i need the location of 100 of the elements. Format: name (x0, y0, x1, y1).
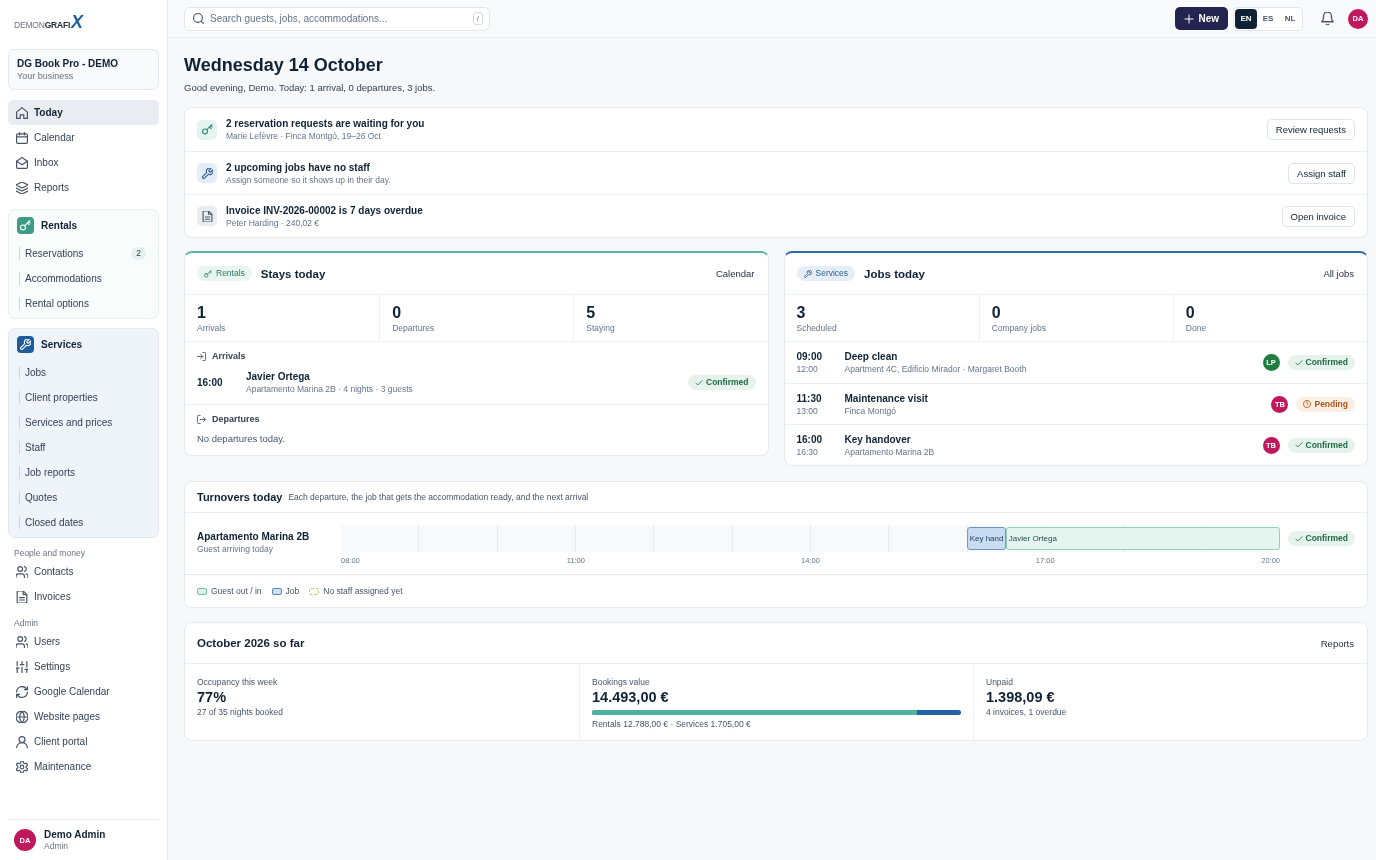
nav-item[interactable]: Calendar (8, 125, 159, 150)
job-detail: Finca Montgó (844, 404, 897, 417)
nav-item[interactable]: Contacts (8, 559, 159, 584)
job-start-time: 09:00 (796, 350, 824, 363)
nav-item[interactable]: Inbox (8, 150, 159, 175)
stat-label: Scheduled (796, 322, 838, 334)
new-button[interactable]: New (1175, 7, 1228, 30)
search-input[interactable]: Search guests, jobs, accommodations... (210, 10, 467, 27)
settings-icon (16, 760, 28, 773)
language-tab[interactable]: ES (1257, 8, 1279, 29)
nav-item[interactable]: Services and prices (17, 410, 150, 435)
language-tab[interactable]: NL (1279, 8, 1301, 29)
metric-value: 1.398,09 € (986, 688, 1056, 706)
nav-item[interactable]: Reports (8, 175, 159, 200)
check-icon (1294, 441, 1303, 449)
search-icon (193, 13, 204, 24)
nav-item[interactable]: Settings (8, 654, 159, 679)
user-name: Demo Admin (44, 828, 106, 841)
nav-item[interactable]: Staff (17, 435, 150, 460)
stat-label: Company jobs (991, 322, 1047, 334)
card-subtitle: Each departure, the job that gets the accommodation ready, and the next arrival (288, 492, 589, 502)
alert-title: Invoice INV-2026-00002 is 7 days overdue (226, 203, 424, 217)
reports-link[interactable]: Reports (1320, 637, 1354, 649)
swatch-icon (197, 587, 207, 595)
document-icon (197, 206, 217, 226)
alert-title: 2 reservation requests are waiting for you (226, 117, 426, 130)
workspace-name: DG Book Pro - DEMO (17, 57, 119, 70)
legend-label: Guest out / in (211, 586, 262, 596)
guest-name: Javier Ortega (246, 370, 311, 383)
shortcut-key: / (472, 12, 483, 25)
arrival-time: 16:00 (197, 376, 224, 389)
metric-value: 77% (197, 688, 228, 706)
section-heading: People and money (13, 547, 86, 559)
stat-label: Staying (586, 322, 616, 334)
nav-item[interactable]: Quotes (17, 485, 150, 510)
nav-item[interactable]: Today (8, 100, 159, 125)
job-end-time: 12:00 (796, 363, 819, 375)
legend-label: Job (285, 586, 300, 596)
job-detail: Apartment 4C, Edificio Mirador · Margaret Booth (844, 363, 1028, 375)
calendar-link[interactable]: Calendar (715, 268, 755, 279)
all-jobs-link[interactable]: All jobs (1323, 268, 1354, 279)
clock-icon (1303, 400, 1312, 408)
nav-item[interactable]: Jobs (17, 360, 150, 385)
search-field[interactable]: Search guests, jobs, accommodations... / (184, 6, 490, 31)
language-tab[interactable]: EN (1235, 8, 1257, 29)
card-title: Jobs today (864, 267, 925, 280)
calendar-icon (16, 131, 28, 144)
stat-value: 0 (392, 303, 403, 322)
check-icon (1294, 534, 1303, 543)
stat-label: Done (1185, 322, 1208, 334)
nav-item[interactable]: Client portal (8, 729, 159, 754)
alert-action-button[interactable]: Review requests (1266, 119, 1355, 140)
job-end-time: 16:30 (796, 445, 819, 458)
nav-item[interactable]: Client properties (17, 385, 150, 410)
envelope-icon (16, 156, 28, 169)
key-icon (204, 269, 212, 278)
page-subtitle: Good evening, Demo. Today: 1 arrival, 0 departures, 3 jobs. (184, 82, 437, 94)
metric-label: Occupancy this week (197, 676, 279, 688)
nav-item[interactable]: Accommodations (17, 266, 150, 291)
globe-icon (16, 710, 28, 723)
guest-stay-bar[interactable]: Javier Ortega (1005, 527, 1280, 550)
accommodation-note: Guest arriving today (197, 543, 275, 555)
list-heading: Arrivals (212, 351, 246, 361)
alert-action-button[interactable]: Open invoice (1281, 205, 1355, 227)
group-heading: Rentals (41, 220, 78, 231)
alert-detail: Assign someone so it shows up in their day. (226, 173, 392, 186)
metric-note: 27 of 35 nights booked (197, 706, 284, 718)
workspace-subtitle: Your business (17, 70, 74, 82)
nav-item[interactable]: Website pages (8, 704, 159, 729)
status-label: Confirmed (1305, 533, 1348, 544)
wrench-icon (803, 269, 812, 278)
group-heading: Services (41, 339, 83, 350)
accommodation-name: Apartamento Marina 2B (197, 530, 311, 543)
alert-action-button[interactable]: Assign staff (1288, 162, 1355, 184)
stat-label: Arrivals (197, 322, 227, 334)
stay-detail: Apartamento Marina 2B · 4 nights · 3 guests (246, 383, 414, 395)
bell-icon[interactable] (1321, 12, 1334, 25)
nav-item[interactable]: Job reports (17, 460, 150, 485)
stat-value: 0 (1185, 303, 1196, 322)
nav-item[interactable]: Rental options (17, 291, 150, 316)
tag-label: Rentals (216, 268, 245, 279)
nav-item[interactable]: Invoices (8, 584, 159, 609)
home-icon (16, 106, 28, 119)
nav-item[interactable]: Reservations 2 (17, 241, 150, 266)
count-badge: 2 (131, 247, 146, 260)
job-title: Key handover (844, 432, 912, 446)
users-icon (16, 635, 28, 648)
job-start-time: 11:30 (796, 391, 823, 405)
alert-detail: Marie Lefèvre · Finca Montgó, 19–26 Oct (226, 130, 382, 142)
nav-item[interactable]: Google Calendar (8, 679, 159, 704)
wrench-icon (17, 336, 34, 353)
sign-in-icon (197, 351, 206, 361)
nav-item[interactable]: Closed dates (17, 510, 150, 535)
job-bar[interactable]: Key hand (966, 527, 1007, 550)
status-label: Confirmed (1305, 439, 1348, 451)
nav-item[interactable]: Users (8, 629, 159, 654)
nav-item[interactable]: Maintenance (8, 754, 159, 779)
stat-value: 0 (991, 303, 1002, 322)
metric-value: 14.493,00 € (592, 688, 670, 706)
wrench-icon (197, 163, 217, 183)
